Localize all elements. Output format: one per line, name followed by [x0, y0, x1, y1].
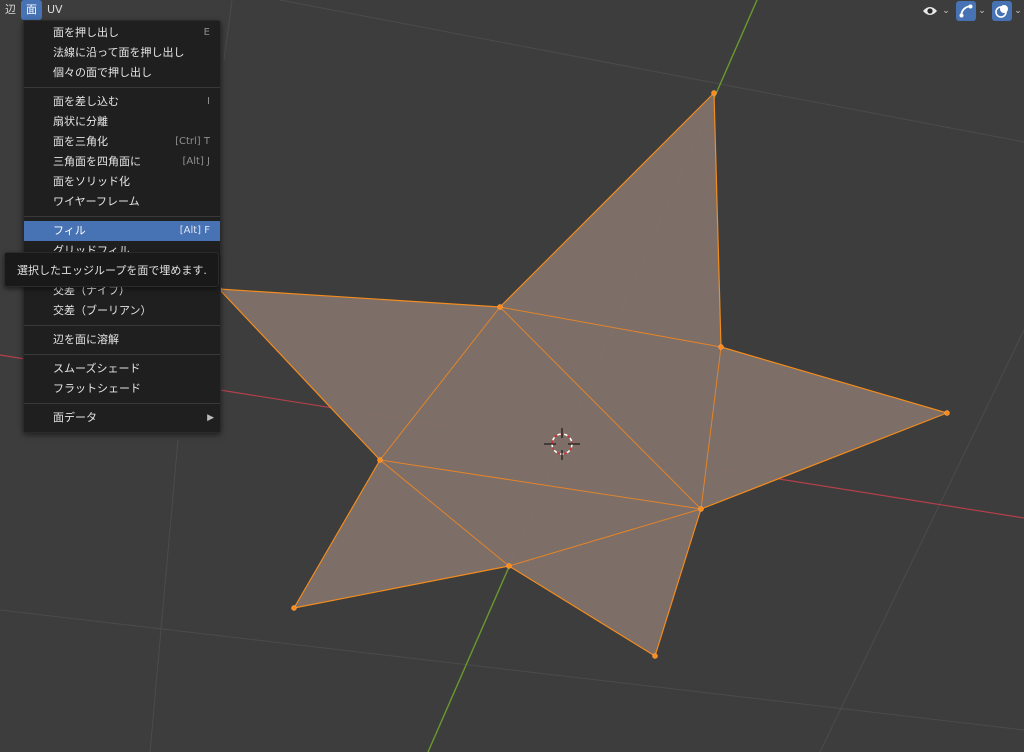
- menu-face[interactable]: 面: [21, 0, 42, 20]
- chevron-down-icon[interactable]: ⌄: [1012, 1, 1024, 21]
- menu-separator: [24, 403, 220, 404]
- menu-item-triangulate[interactable]: 面を三角化 [Ctrl] T: [24, 132, 220, 152]
- menu-item-wireframe[interactable]: ワイヤーフレーム: [24, 192, 220, 212]
- menu-item-inset-faces[interactable]: 面を差し込む I: [24, 92, 220, 112]
- menu-item-face-data[interactable]: 面データ ▶: [24, 408, 220, 428]
- menu-separator: [24, 216, 220, 217]
- menu-item-fill[interactable]: フィル [Alt] F: [24, 221, 220, 241]
- visibility-toggle[interactable]: ⌄: [920, 1, 952, 21]
- menu-edge[interactable]: 辺: [0, 0, 21, 20]
- menu-item-shade-flat[interactable]: フラットシェード: [24, 379, 220, 399]
- overlay-icon[interactable]: [992, 1, 1012, 21]
- eye-icon[interactable]: [920, 1, 940, 21]
- menu-item-tris-to-quads[interactable]: 三角面を四角面に [Alt] J: [24, 152, 220, 172]
- menu-item-extrude-along-normals[interactable]: 法線に沿って面を押し出し: [24, 43, 220, 63]
- overlay-toggle[interactable]: ⌄: [992, 1, 1024, 21]
- menu-item-intersect-boolean[interactable]: 交差（ブーリアン）: [24, 301, 220, 321]
- chevron-down-icon[interactable]: ⌄: [976, 1, 988, 21]
- menu-separator: [24, 354, 220, 355]
- viewport-header-tools: ⌄ ⌄ ⌄: [920, 0, 1024, 22]
- menu-separator: [24, 87, 220, 88]
- chevron-down-icon[interactable]: ⌄: [940, 1, 952, 21]
- menu-item-extrude-individual[interactable]: 個々の面で押し出し: [24, 63, 220, 83]
- tooltip: 選択したエッジループを面で埋めます.: [4, 252, 219, 287]
- menu-item-extrude-faces[interactable]: 面を押し出し E: [24, 23, 220, 43]
- menu-item-dissolve-edges[interactable]: 辺を面に溶解: [24, 330, 220, 350]
- gizmo-icon[interactable]: [956, 1, 976, 21]
- menu-item-shade-smooth[interactable]: スムーズシェード: [24, 359, 220, 379]
- menu-uv[interactable]: UV: [42, 0, 68, 20]
- gizmo-toggle[interactable]: ⌄: [956, 1, 988, 21]
- menu-item-solidify[interactable]: 面をソリッド化: [24, 172, 220, 192]
- menu-item-poke-faces[interactable]: 扇状に分離: [24, 112, 220, 132]
- submenu-arrow-icon: ▶: [207, 413, 214, 423]
- face-menu-dropdown: 面を押し出し E 法線に沿って面を押し出し 個々の面で押し出し 面を差し込む I 扇…: [23, 20, 221, 433]
- menu-separator: [24, 325, 220, 326]
- header-menubar: 辺 面 UV: [0, 0, 68, 20]
